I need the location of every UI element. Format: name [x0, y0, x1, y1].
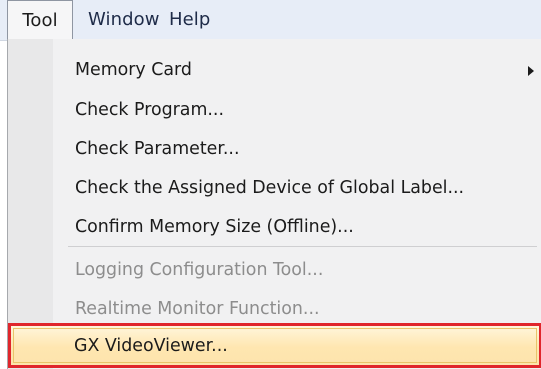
menu-item-label: Check Parameter... — [75, 139, 240, 159]
menu-separator — [68, 246, 537, 247]
menu-icon-gutter — [8, 39, 53, 369]
menu-item-label: Logging Configuration Tool... — [75, 260, 324, 280]
menu-screenshot: Tool Window Help Memory Card Check Progr… — [0, 0, 541, 369]
menu-item-label: Check Program... — [75, 100, 224, 120]
menu-bar: Tool Window Help — [0, 0, 541, 41]
menu-item-realtime-monitor: Realtime Monitor Function... — [75, 294, 320, 324]
menu-item-check-program[interactable]: Check Program... — [75, 95, 224, 125]
menu-item-logging-configuration-tool: Logging Configuration Tool... — [75, 255, 323, 285]
submenu-arrow-icon — [528, 66, 534, 76]
tool-dropdown-menu: Memory Card Check Program... Check Param… — [7, 39, 541, 369]
menu-item-label: Check the Assigned Device of Global Labe… — [75, 178, 465, 198]
menu-item-confirm-memory-size[interactable]: Confirm Memory Size (Offline)... — [75, 212, 354, 242]
menu-tool[interactable]: Tool — [7, 0, 73, 40]
menu-help[interactable]: Help — [169, 0, 210, 40]
menu-item-label: Realtime Monitor Function... — [75, 299, 320, 319]
menu-window[interactable]: Window — [88, 0, 160, 40]
menu-item-label: Memory Card — [75, 60, 192, 80]
menu-item-gx-videoviewer[interactable]: GX VideoViewer... — [8, 323, 541, 368]
menu-item-memory-card[interactable]: Memory Card — [75, 55, 541, 85]
menu-item-label: Confirm Memory Size (Offline)... — [75, 217, 354, 237]
menu-item-check-parameter[interactable]: Check Parameter... — [75, 134, 240, 164]
menu-item-label: GX VideoViewer... — [74, 336, 228, 356]
menu-item-check-assigned-device[interactable]: Check the Assigned Device of Global Labe… — [75, 173, 464, 203]
